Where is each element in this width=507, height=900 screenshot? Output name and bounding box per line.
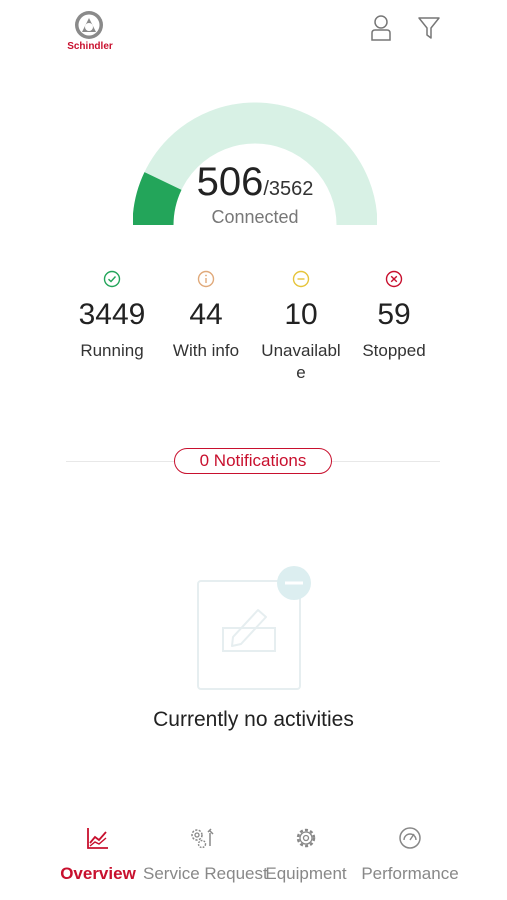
nav-label: Overview bbox=[60, 864, 136, 883]
stat-value: 44 bbox=[189, 298, 223, 331]
chart-icon bbox=[87, 828, 108, 849]
empty-state-text: Currently no activities bbox=[153, 708, 354, 731]
check-circle-icon bbox=[103, 270, 121, 288]
schindler-logo-icon bbox=[75, 11, 103, 39]
total-count: /3562 bbox=[263, 178, 314, 200]
nav-label: Performance bbox=[361, 864, 459, 883]
stat-value: 59 bbox=[377, 298, 411, 331]
minus-circle-icon bbox=[292, 270, 310, 288]
user-icon bbox=[371, 15, 391, 41]
stat-label: Stopped bbox=[362, 341, 426, 360]
filter-button[interactable] bbox=[414, 12, 444, 44]
nav-label: Service Request bbox=[143, 864, 268, 883]
filter-icon bbox=[418, 17, 440, 39]
stat-label: With info bbox=[172, 341, 240, 360]
stat-label: Running bbox=[80, 341, 144, 360]
schindler-logo: Schindler bbox=[62, 8, 118, 54]
nav-equipment[interactable]: Equipment bbox=[264, 826, 348, 884]
stat-stopped[interactable]: 59 Stopped bbox=[344, 270, 444, 362]
nav-performance[interactable]: Performance bbox=[361, 826, 459, 884]
gear-icon bbox=[296, 828, 316, 848]
user-button[interactable] bbox=[366, 12, 396, 44]
gears-wrench-icon bbox=[191, 828, 214, 849]
brand-name: Schindler bbox=[67, 41, 113, 52]
stat-with-info[interactable]: 44 With info bbox=[156, 270, 256, 362]
stat-value: 3449 bbox=[78, 298, 146, 331]
gauge-icon bbox=[399, 827, 421, 849]
info-circle-icon bbox=[197, 270, 215, 288]
x-circle-icon bbox=[385, 270, 403, 288]
stat-value: 10 bbox=[284, 298, 318, 331]
nav-service-request[interactable]: Service Request bbox=[143, 826, 268, 884]
notifications-button[interactable]: 0 Notifications bbox=[174, 448, 332, 474]
stat-unavailable[interactable]: 10 Unavailable bbox=[251, 270, 351, 384]
connected-count: 506 bbox=[196, 160, 264, 204]
stat-running[interactable]: 3449 Running bbox=[62, 270, 162, 362]
nav-label: Equipment bbox=[265, 864, 347, 883]
nav-overview[interactable]: Overview bbox=[58, 826, 138, 884]
gauge-value: 506/3562 bbox=[180, 160, 330, 205]
gauge-label: Connected bbox=[211, 207, 299, 227]
stat-label: Unavailable bbox=[261, 341, 341, 382]
gauge-fill bbox=[133, 172, 182, 226]
edit-document-icon bbox=[197, 566, 311, 690]
